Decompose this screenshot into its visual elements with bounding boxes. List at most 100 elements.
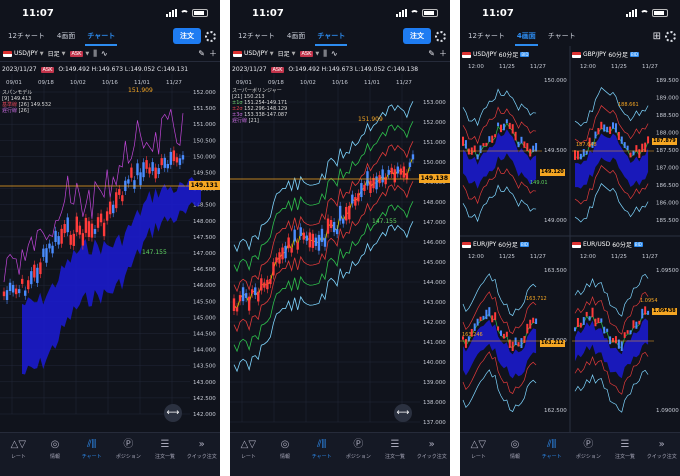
candle	[600, 121, 603, 130]
price-axis-label: 142.000	[423, 320, 446, 326]
candle	[154, 167, 157, 179]
candle	[81, 233, 85, 246]
candle	[323, 238, 327, 247]
position-icon: Ⓟ	[123, 439, 134, 450]
panel-title-usdjpy[interactable]: USD/JPY 60分足 BID	[462, 50, 530, 59]
candle	[526, 143, 529, 151]
candle	[467, 148, 470, 155]
candle	[284, 245, 287, 259]
candle	[393, 169, 396, 183]
candle	[308, 232, 312, 248]
low-label: 147.155	[372, 218, 397, 225]
candle	[520, 338, 523, 348]
nav-info[interactable]: ◎ 情報	[497, 439, 534, 476]
panel-title-eurusd[interactable]: EUR/USD 60分足 BID	[572, 240, 643, 249]
candle	[408, 162, 412, 167]
candle	[632, 320, 635, 329]
nav-position[interactable]: Ⓟ ポジション	[110, 439, 147, 476]
candle	[502, 123, 505, 131]
candle	[2, 291, 6, 297]
candle	[335, 229, 339, 235]
price-axis-label: 187.000	[656, 166, 679, 172]
candle	[594, 131, 597, 139]
candle	[241, 287, 245, 302]
usdjpy-price-tag: 149.120	[540, 169, 565, 176]
expand-icon[interactable]: ⟷	[164, 404, 182, 422]
candle	[232, 298, 236, 312]
nav-chart[interactable]: ⫽⫼ チャート	[73, 439, 110, 476]
price-axis-label: 143.500	[193, 364, 216, 370]
ohlc-info: 2023/11/27 ASK O:149.492 H:149.673 L:149…	[2, 66, 189, 73]
time-axis-label: 11/27	[642, 64, 658, 70]
candle	[87, 221, 91, 238]
candle	[244, 293, 248, 298]
candle	[247, 296, 251, 311]
candle	[163, 157, 166, 168]
candle	[482, 143, 485, 147]
phone-screen-four-panel: 11:07 12チャート 4画面 チャート ⊞ 12:00 11/25 11/27 1…	[460, 0, 680, 476]
date-axis-label: 11/27	[166, 80, 182, 86]
candle	[326, 218, 330, 234]
span-cloud	[463, 129, 537, 189]
candle	[24, 290, 27, 296]
phone-screen-span-model: 11:07 12チャート 4画面 チャート 注文 USD/JPY ▼ 日足 ▼ AS…	[0, 0, 220, 476]
nav-rate[interactable]: △▽ レート	[230, 439, 267, 476]
candle	[21, 278, 24, 284]
candle	[84, 217, 88, 233]
candle	[235, 307, 239, 312]
candle	[51, 245, 54, 254]
panel-title-eurjpy[interactable]: EUR/JPY 60分足 BID	[462, 240, 529, 249]
price-axis-label: 147.000	[193, 251, 216, 257]
candle	[39, 262, 42, 275]
candle	[118, 189, 121, 195]
candle	[641, 308, 644, 319]
nav-quick-order[interactable]: » クイック注文	[643, 439, 680, 476]
nav-position[interactable]: Ⓟ ポジション	[340, 439, 377, 476]
nav-order-list[interactable]: ☰ 注文一覧	[607, 439, 644, 476]
nav-rate[interactable]: △▽ レート	[0, 439, 37, 476]
nav-position[interactable]: Ⓟ ポジション	[570, 439, 607, 476]
candle	[302, 232, 305, 240]
nav-order-list[interactable]: ☰ 注文一覧	[147, 439, 184, 476]
candle	[638, 320, 641, 325]
nav-info[interactable]: ◎ 情報	[267, 439, 304, 476]
candle	[254, 287, 257, 296]
candle	[172, 150, 176, 162]
candle	[105, 211, 109, 221]
candle	[48, 243, 51, 249]
nav-quick-order[interactable]: » クイック注文	[183, 439, 220, 476]
candle	[251, 289, 254, 294]
list-icon: ☰	[160, 439, 170, 450]
nav-info[interactable]: ◎ 情報	[37, 439, 74, 476]
price-axis-label: 188.000	[656, 131, 679, 137]
position-icon: Ⓟ	[353, 439, 364, 450]
candle	[603, 124, 606, 132]
candle	[54, 230, 57, 242]
candle	[342, 218, 345, 224]
chart-icon: ⫽⫼	[87, 439, 97, 450]
candle	[293, 229, 296, 242]
candle	[411, 154, 415, 160]
nav-quick-order[interactable]: » クイック注文	[413, 439, 450, 476]
candle	[366, 171, 369, 186]
expand-icon[interactable]: ⟷	[394, 404, 412, 422]
candle	[511, 124, 514, 134]
eurjpy-price-tag: 163.212	[540, 340, 565, 347]
candle	[482, 315, 485, 320]
price-axis-label: 188.500	[656, 113, 679, 119]
candle	[299, 227, 302, 236]
candle	[529, 319, 532, 329]
candle	[508, 122, 511, 129]
candle	[396, 166, 399, 174]
price-axis-label: 150.500	[193, 138, 216, 144]
four-panel-charts[interactable]: 12:00 11/25 11/27 150.000 149.500 149.000 12:0…	[460, 0, 680, 476]
candle	[238, 295, 242, 302]
nav-chart[interactable]: ⫽⫼ チャート	[303, 439, 340, 476]
panel-title-gbpjpy[interactable]: GBP/JPY 60分足 BID	[572, 50, 639, 59]
nav-rate[interactable]: △▽ レート	[460, 439, 497, 476]
candle	[491, 315, 494, 323]
candle	[511, 341, 514, 352]
nav-chart[interactable]: ⫽⫼ チャート	[533, 439, 570, 476]
price-axis-label: 137.000	[423, 420, 446, 426]
nav-order-list[interactable]: ☰ 注文一覧	[377, 439, 414, 476]
